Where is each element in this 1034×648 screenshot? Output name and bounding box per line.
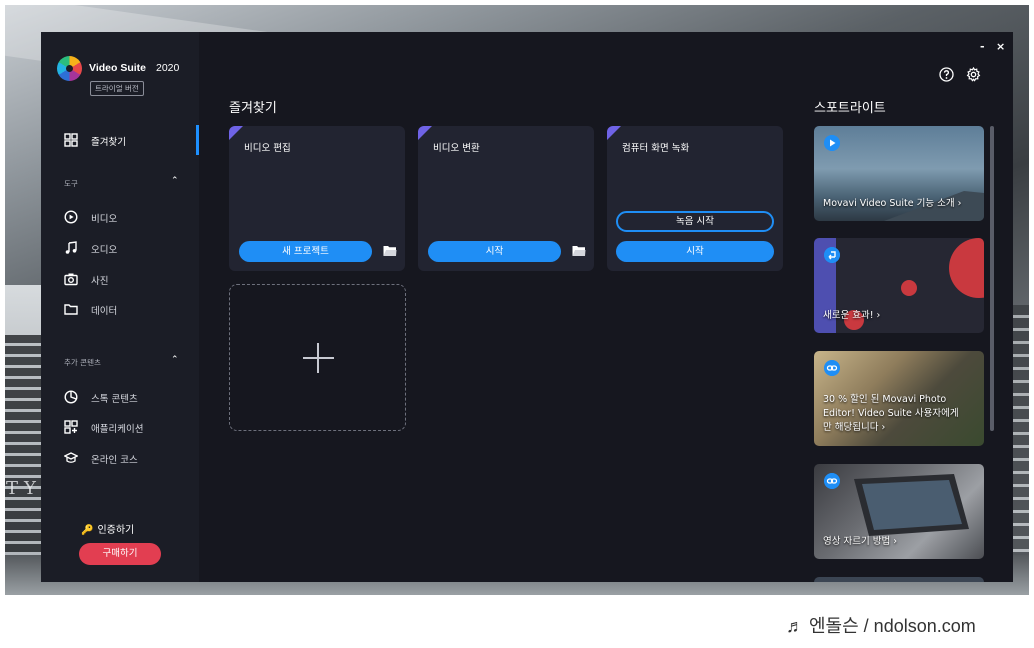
trial-badge: 트라이얼 버전: [90, 81, 144, 96]
spotlight-text-line: 30 % 할인 된 Movavi Photo: [823, 394, 947, 405]
new-project-button[interactable]: 새 프로젝트: [239, 241, 372, 262]
help-icon[interactable]: [939, 67, 954, 82]
card-title: 비디오 편집: [244, 143, 291, 154]
plus-icon-vertical: [317, 343, 319, 373]
return-icon: [824, 247, 840, 263]
active-indicator: [196, 125, 199, 155]
spotlight-item-features[interactable]: Movavi Video Suite 기능 소개 ›: [814, 126, 984, 221]
add-favorite-button[interactable]: [229, 284, 406, 431]
apps-add-icon: [64, 420, 78, 434]
start-recorder-button[interactable]: 시작: [616, 241, 774, 262]
sidebar-item-label: 비디오: [91, 214, 118, 225]
section-header-extras: 추가 콘텐츠: [64, 358, 101, 367]
activate-link[interactable]: 🔑 인증하기: [81, 521, 134, 536]
spotlight-item-cutting[interactable]: 영상 자르기 방법 ›: [814, 464, 984, 559]
app-year: 2020: [156, 62, 180, 74]
app-name: Video Suite: [89, 62, 146, 74]
app-logo: [57, 56, 82, 81]
start-converter-button[interactable]: 시작: [428, 241, 561, 262]
card-corner: [418, 126, 432, 140]
spotlight-item-promo[interactable]: 30 % 할인 된 Movavi Photo Editor! Video Sui…: [814, 351, 984, 446]
pie-chart-icon: [64, 390, 78, 404]
card-title: 컴퓨터 화면 녹화: [622, 143, 690, 154]
folder-icon: [64, 304, 78, 315]
card-video-editor: 비디오 편집 새 프로젝트: [229, 126, 405, 271]
link-icon: [824, 360, 840, 376]
card-screen-recorder: 컴퓨터 화면 녹화 녹음 시작 시작: [607, 126, 783, 271]
sidebar-item-video[interactable]: 비디오: [41, 202, 199, 232]
sidebar-item-courses[interactable]: 온라인 코스: [41, 443, 199, 473]
play-circle-icon: [64, 210, 78, 224]
sidebar-item-photo[interactable]: 사진: [41, 264, 199, 294]
laptop-illustration: [854, 474, 969, 536]
sidebar-item-label: 데이터: [91, 306, 118, 317]
chevron-up-icon[interactable]: ⌃: [171, 176, 179, 186]
screenshot: TY CAR Video Suite 2020 트라이얼 버전 즐겨찾기 도구 …: [0, 0, 1034, 648]
open-folder-icon[interactable]: [383, 245, 397, 257]
sidebar-item-label: 스톡 콘텐츠: [91, 394, 138, 405]
card-corner: [607, 126, 621, 140]
card-title: 비디오 변환: [433, 143, 480, 154]
watermark: ♬ 엔돌슨 / ndolson.com: [786, 616, 976, 636]
camera-icon: [64, 273, 78, 286]
music-note-icon: [65, 241, 77, 254]
sidebar-item-label: 온라인 코스: [91, 455, 138, 466]
close-button[interactable]: ×: [996, 40, 1005, 53]
start-recording-button[interactable]: 녹음 시작: [616, 211, 774, 232]
spotlight-text: Movavi Video Suite 기능 소개 ›: [823, 198, 962, 209]
sidebar-item-label: 즐겨찾기: [91, 137, 126, 148]
sidebar-item-label: 오디오: [91, 245, 118, 256]
chevron-up-icon[interactable]: ⌃: [171, 355, 179, 365]
minimize-button[interactable]: -: [980, 40, 985, 53]
sidebar-item-label: 사진: [91, 276, 109, 287]
grid-icon: [64, 133, 78, 147]
spotlight-item-partial[interactable]: [814, 577, 984, 582]
link-icon: [824, 473, 840, 489]
spotlight-scrollbar[interactable]: [990, 126, 994, 431]
sidebar-item-audio[interactable]: 오디오: [41, 233, 199, 263]
spotlight-item-effects[interactable]: 새로운 효과! ›: [814, 238, 984, 333]
card-corner: [229, 126, 243, 140]
key-icon: 🔑: [81, 525, 94, 536]
sidebar-item-stock[interactable]: 스톡 콘텐츠: [41, 382, 199, 412]
spotlight-text-line: 만 해당됩니다 ›: [823, 422, 886, 433]
gear-icon[interactable]: [966, 67, 981, 82]
open-folder-icon[interactable]: [572, 245, 586, 257]
play-icon: [824, 135, 840, 151]
spotlight-text: 새로운 효과! ›: [823, 310, 881, 321]
sidebar: Video Suite 2020 트라이얼 버전 즐겨찾기 도구 ⌃ 비디오 오…: [41, 32, 199, 582]
buy-button[interactable]: 구매하기: [79, 543, 161, 565]
page-title: 즐겨찾기: [229, 101, 277, 116]
spotlight-text: 영상 자르기 방법 ›: [823, 536, 898, 547]
sidebar-item-favorites[interactable]: 즐겨찾기: [41, 125, 199, 155]
card-video-converter: 비디오 변환 시작: [418, 126, 594, 271]
sidebar-item-label: 애플리케이션: [91, 424, 144, 435]
spotlight-title: 스포트라이트: [814, 101, 886, 116]
graduation-cap-icon: [64, 452, 78, 463]
app-window: Video Suite 2020 트라이얼 버전 즐겨찾기 도구 ⌃ 비디오 오…: [41, 32, 1013, 582]
activate-label: 인증하기: [97, 525, 135, 536]
sidebar-item-apps[interactable]: 애플리케이션: [41, 412, 199, 442]
spotlight-text-line: Editor! Video Suite 사용자에게: [823, 408, 959, 419]
section-header-tools: 도구: [64, 179, 78, 188]
sidebar-item-data[interactable]: 데이터: [41, 294, 199, 324]
